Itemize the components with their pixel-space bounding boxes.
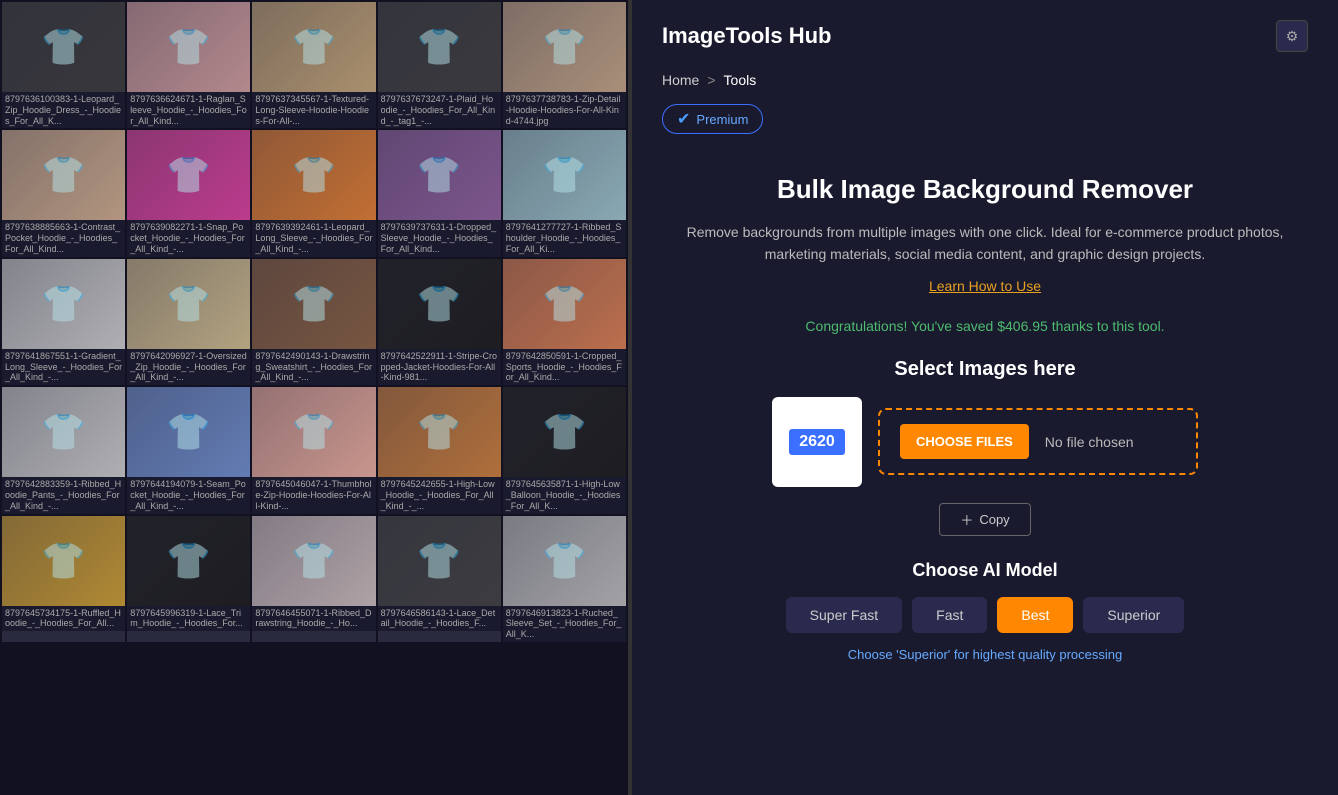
- image-cell[interactable]: 👕8797639737631-1-Dropped_Sleeve_Hoodie_-…: [378, 130, 501, 256]
- image-cell[interactable]: 👕8797645242655-1-High-Low_Hoodie_-_Hoodi…: [378, 387, 501, 513]
- image-cell[interactable]: 👕8797637738783-1-Zip-Detail-Hoodie-Hoodi…: [503, 2, 626, 128]
- image-label: 8797637673247-1-Plaid_Hoodie_-_Hoodies_F…: [378, 92, 501, 128]
- image-label: 8797642096927-1-Oversized_Zip_Hoodie_-_H…: [127, 349, 250, 385]
- model-buttons: Super Fast Fast Best Superior: [662, 597, 1308, 633]
- image-label: 8797637345567-1-Textured-Long-Sleeve-Hoo…: [252, 92, 375, 128]
- breadcrumb-separator: >: [707, 72, 715, 88]
- file-input-area[interactable]: CHOOSE FILES No file chosen: [878, 408, 1198, 475]
- image-label: 8797645996319-1-Lace_Trim_Hoodie_-_Hoodi…: [127, 606, 250, 632]
- image-cell[interactable]: 👕8797639082271-1-Snap_Pocket_Hoodie_-_Ho…: [127, 130, 250, 256]
- image-cell[interactable]: 👕8797646913823-1-Ruched_Sleeve_Set_-_Hoo…: [503, 516, 626, 642]
- plus-icon: ＋: [960, 510, 973, 529]
- breadcrumb-home[interactable]: Home: [662, 72, 699, 88]
- premium-label: Premium: [696, 112, 748, 127]
- image-label: 8797641277727-1-Ribbed_Shoulder_Hoodie_-…: [503, 220, 626, 256]
- image-count-badge: 2620: [789, 429, 845, 455]
- breadcrumb: Home > Tools: [662, 72, 1308, 88]
- top-bar: ImageTools Hub ⚙: [662, 20, 1308, 52]
- savings-message: Congratulations! You've saved $406.95 th…: [662, 318, 1308, 334]
- model-button-fast[interactable]: Fast: [912, 597, 987, 633]
- image-label: 8797646913823-1-Ruched_Sleeve_Set_-_Hood…: [503, 606, 626, 642]
- app-title: ImageTools Hub: [662, 23, 832, 49]
- select-images-title: Select Images here: [662, 358, 1308, 381]
- image-grid: 👕8797636100383-1-Leopard_Zip_Hoodie_Dres…: [0, 0, 628, 644]
- tool-panel: ImageTools Hub ⚙ Home > Tools ✔ Premium …: [632, 0, 1338, 795]
- image-label: 8797636624671-1-Raglan_Sleeve_Hoodie_-_H…: [127, 92, 250, 128]
- image-cell[interactable]: 👕8797641867551-1-Gradient_Long_Sleeve_-_…: [2, 259, 125, 385]
- no-file-text: No file chosen: [1029, 434, 1176, 450]
- image-cell[interactable]: 👕8797645734175-1-Ruffled_Hoodie_-_Hoodie…: [2, 516, 125, 642]
- image-label: 8797636100383-1-Leopard_Zip_Hoodie_Dress…: [2, 92, 125, 128]
- image-label: 8797642522911-1-Stripe-Cropped-Jacket-Ho…: [378, 349, 501, 385]
- settings-button[interactable]: ⚙: [1276, 20, 1308, 52]
- image-label: 8797639737631-1-Dropped_Sleeve_Hoodie_-_…: [378, 220, 501, 256]
- image-cell[interactable]: 👕8797642883359-1-Ribbed_Hoodie_Pants_-_H…: [2, 387, 125, 513]
- image-cell[interactable]: 👕8797644194079-1-Seam_Pocket_Hoodie_-_Ho…: [127, 387, 250, 513]
- image-gallery-panel: 👕8797636100383-1-Leopard_Zip_Hoodie_Dres…: [0, 0, 628, 795]
- choose-files-button[interactable]: CHOOSE FILES: [900, 424, 1029, 459]
- image-label: 8797645242655-1-High-Low_Hoodie_-_Hoodie…: [378, 477, 501, 513]
- image-label: 8797642850591-1-Cropped_Sports_Hoodie_-_…: [503, 349, 626, 385]
- image-label: 8797644194079-1-Seam_Pocket_Hoodie_-_Hoo…: [127, 477, 250, 513]
- image-cell[interactable]: 👕8797646455071-1-Ribbed_Drawstring_Hoodi…: [252, 516, 375, 642]
- tool-description: Remove backgrounds from multiple images …: [662, 221, 1308, 266]
- image-cell[interactable]: 👕8797642850591-1-Cropped_Sports_Hoodie_-…: [503, 259, 626, 385]
- image-cell[interactable]: 👕8797645046047-1-Thumbhole-Zip-Hoodie-Ho…: [252, 387, 375, 513]
- image-cell[interactable]: 👕8797636624671-1-Raglan_Sleeve_Hoodie_-_…: [127, 2, 250, 128]
- image-label: 8797638885663-1-Contrast_Pocket_Hoodie_-…: [2, 220, 125, 256]
- image-cell[interactable]: 👕8797637345567-1-Textured-Long-Sleeve-Ho…: [252, 2, 375, 128]
- image-cell[interactable]: 👕8797641277727-1-Ribbed_Shoulder_Hoodie_…: [503, 130, 626, 256]
- tool-title: Bulk Image Background Remover: [662, 174, 1308, 205]
- image-label: 8797642490143-1-Drawstring_Sweatshirt_-_…: [252, 349, 375, 385]
- image-cell[interactable]: 👕8797646586143-1-Lace_Detail_Hoodie_-_Ho…: [378, 516, 501, 642]
- copy-button[interactable]: ＋ Copy: [939, 503, 1030, 536]
- upload-section: 2620 CHOOSE FILES No file chosen: [662, 397, 1308, 487]
- copy-label: Copy: [979, 512, 1009, 527]
- model-button-best[interactable]: Best: [997, 597, 1073, 633]
- image-label: 8797639082271-1-Snap_Pocket_Hoodie_-_Hoo…: [127, 220, 250, 256]
- image-label: 8797645046047-1-Thumbhole-Zip-Hoodie-Hoo…: [252, 477, 375, 513]
- image-cell[interactable]: 👕8797645635871-1-High-Low_Balloon_Hoodie…: [503, 387, 626, 513]
- image-label: 8797637738783-1-Zip-Detail-Hoodie-Hoodie…: [503, 92, 626, 128]
- image-cell[interactable]: 👕8797642522911-1-Stripe-Cropped-Jacket-H…: [378, 259, 501, 385]
- image-cell[interactable]: 👕8797642096927-1-Oversized_Zip_Hoodie_-_…: [127, 259, 250, 385]
- image-label: 8797646586143-1-Lace_Detail_Hoodie_-_Hoo…: [378, 606, 501, 632]
- image-count-box: 2620: [772, 397, 862, 487]
- image-label: 8797642883359-1-Ribbed_Hoodie_Pants_-_Ho…: [2, 477, 125, 513]
- model-hint: Choose 'Superior' for highest quality pr…: [662, 647, 1308, 662]
- image-cell[interactable]: 👕8797645996319-1-Lace_Trim_Hoodie_-_Hood…: [127, 516, 250, 642]
- premium-check-icon: ✔: [677, 109, 690, 129]
- copy-btn-row: ＋ Copy: [662, 503, 1308, 536]
- model-button-super-fast[interactable]: Super Fast: [786, 597, 902, 633]
- premium-badge: ✔ Premium: [662, 104, 763, 134]
- model-button-superior[interactable]: Superior: [1083, 597, 1184, 633]
- image-cell[interactable]: 👕8797639392461-1-Leopard_Long_Sleeve_-_H…: [252, 130, 375, 256]
- image-label: 8797645635871-1-High-Low_Balloon_Hoodie_…: [503, 477, 626, 513]
- image-cell[interactable]: 👕8797642490143-1-Drawstring_Sweatshirt_-…: [252, 259, 375, 385]
- image-cell[interactable]: 👕8797636100383-1-Leopard_Zip_Hoodie_Dres…: [2, 2, 125, 128]
- image-label: 8797641867551-1-Gradient_Long_Sleeve_-_H…: [2, 349, 125, 385]
- image-label: 8797646455071-1-Ribbed_Drawstring_Hoodie…: [252, 606, 375, 632]
- image-label: 8797645734175-1-Ruffled_Hoodie_-_Hoodies…: [2, 606, 125, 632]
- image-cell[interactable]: 👕8797638885663-1-Contrast_Pocket_Hoodie_…: [2, 130, 125, 256]
- breadcrumb-current: Tools: [724, 72, 757, 88]
- model-title: Choose AI Model: [662, 560, 1308, 581]
- image-cell[interactable]: 👕8797637673247-1-Plaid_Hoodie_-_Hoodies_…: [378, 2, 501, 128]
- learn-how-link[interactable]: Learn How to Use: [662, 278, 1308, 294]
- image-label: 8797639392461-1-Leopard_Long_Sleeve_-_Ho…: [252, 220, 375, 256]
